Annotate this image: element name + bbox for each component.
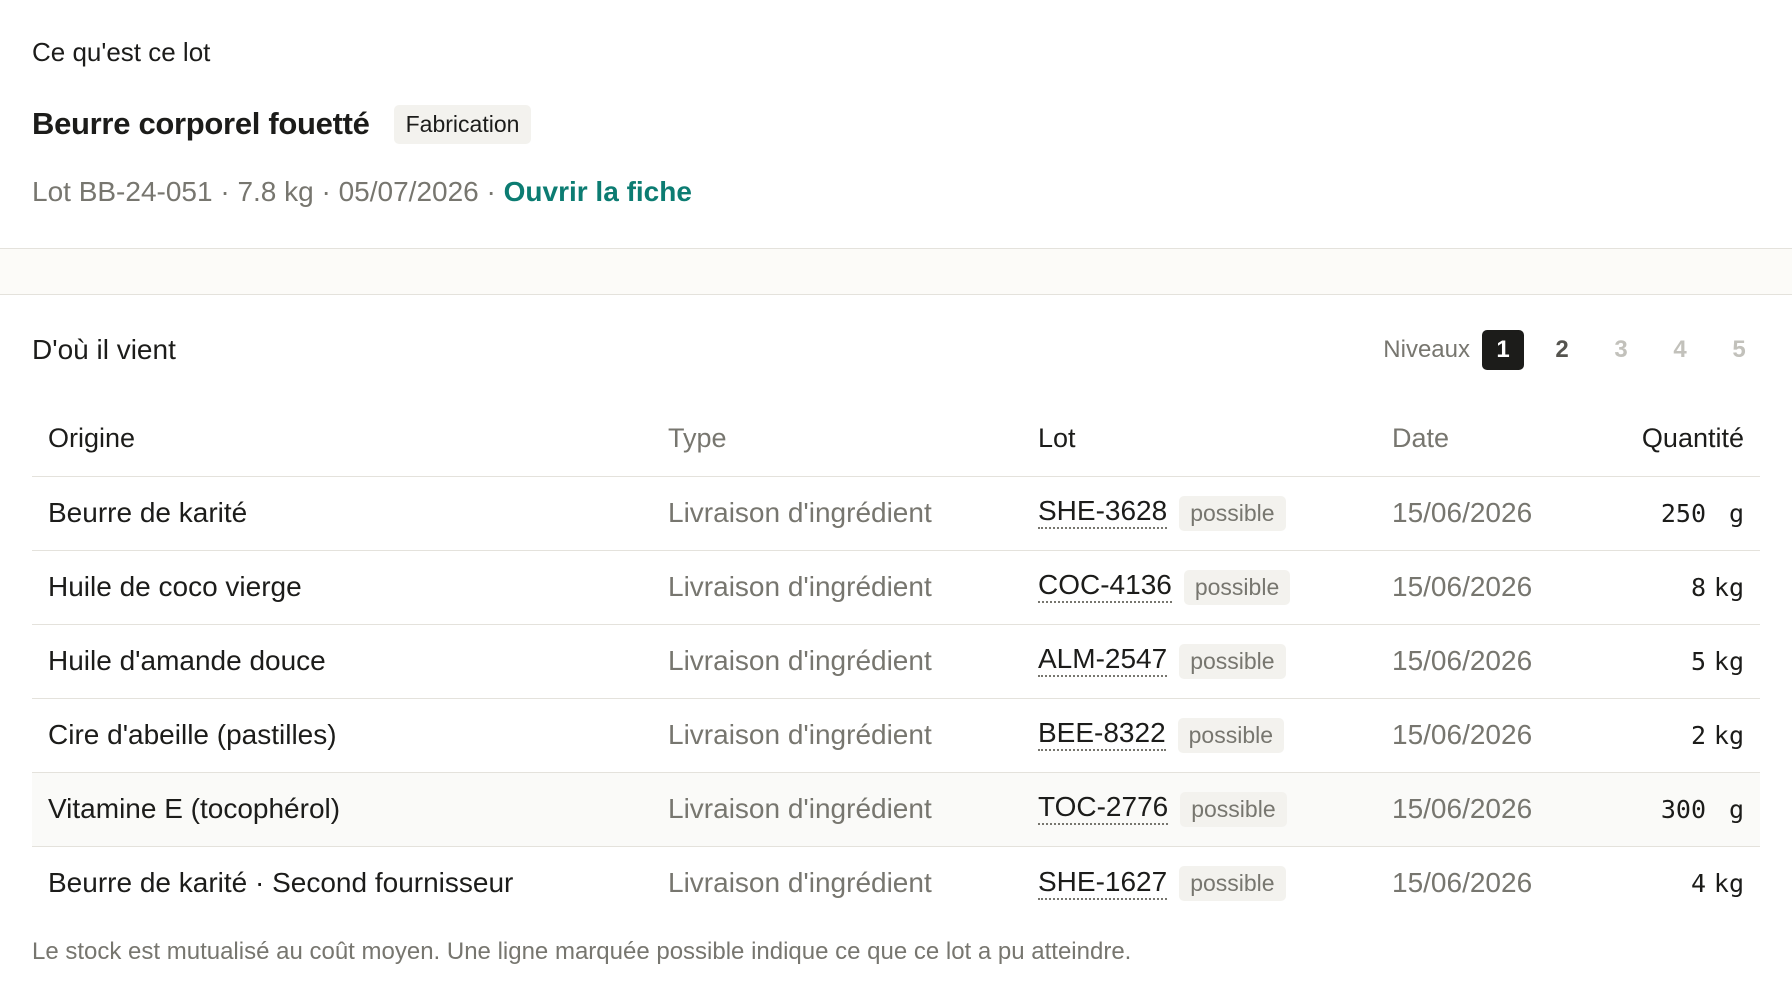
lot-link[interactable]: TOC-2776 — [1038, 791, 1169, 826]
level-5-button: 5 — [1732, 336, 1746, 363]
column-lot: Lot — [1022, 401, 1376, 477]
quantity-unit: kg — [1713, 647, 1744, 676]
quantity-value: 8 — [1690, 573, 1706, 602]
quantity-value: 2 — [1690, 721, 1706, 750]
row-type: Livraison d'ingrédient — [652, 624, 1022, 699]
level-3-button: 3 — [1614, 336, 1628, 363]
table-row: Beurre de karité · Second fournisseur Li… — [32, 846, 1760, 920]
row-lot-cell: BEE-8322 possible — [1022, 698, 1376, 773]
quantity-value: 250 — [1660, 499, 1706, 528]
row-lot-cell: ALM-2547 possible — [1022, 624, 1376, 699]
lot-link[interactable]: COC-4136 — [1038, 569, 1172, 604]
row-date: 15/06/2026 — [1376, 698, 1576, 773]
possible-badge: possible — [1179, 865, 1286, 901]
origin-header: D'où il vient Niveaux 1 2 3 4 5 — [32, 295, 1760, 401]
row-lot-cell: SHE-3628 possible — [1022, 476, 1376, 551]
possible-badge: possible — [1180, 791, 1287, 827]
row-type: Livraison d'ingrédient — [652, 698, 1022, 773]
row-origin: Vitamine E (tocophérol) — [32, 772, 652, 847]
lot-meta: Lot BB-24-051 · 7.8 kg · 05/07/2026 · Ou… — [32, 174, 1760, 210]
footnote: Le stock est mutualisé au coût moyen. Un… — [32, 938, 1132, 965]
open-record-link[interactable]: Ouvrir la fiche — [504, 176, 692, 207]
lot-link[interactable]: ALM-2547 — [1038, 643, 1168, 678]
column-date: Date — [1376, 401, 1576, 477]
product-name: Beurre corporel fouetté — [32, 106, 370, 141]
row-quantity: 5 kg — [1576, 624, 1760, 699]
lot-meta-text: Lot BB-24-051 · 7.8 kg · 05/07/2026 · — [32, 176, 504, 207]
quantity-unit: g — [1728, 795, 1744, 824]
row-type: Livraison d'ingrédient — [668, 867, 932, 899]
possible-badge: possible — [1179, 643, 1286, 679]
quantity-value: 4 — [1690, 869, 1706, 899]
quantity-unit: kg — [1713, 869, 1744, 899]
section-gap — [0, 249, 1792, 294]
lot-link[interactable]: SHE-1627 — [1038, 865, 1168, 900]
row-quantity: 4 kg — [1576, 846, 1760, 920]
quantity-unit: kg — [1713, 721, 1744, 750]
possible-badge: possible — [1179, 495, 1286, 531]
row-type: Livraison d'ingrédient — [652, 772, 1022, 847]
quantity-unit: kg — [1713, 573, 1744, 602]
summary-heading: Ce qu'est ce lot — [32, 37, 211, 67]
row-origin: Beurre de karité — [32, 476, 652, 551]
level-2-button[interactable]: 2 — [1541, 330, 1583, 370]
quantity-unit: g — [1728, 499, 1744, 528]
table-header-row: Origine Type Lot Date Quantité — [32, 401, 1760, 477]
row-date: 15/06/2026 — [1376, 624, 1576, 699]
table-row: Huile de coco vierge Livraison d'ingrédi… — [32, 550, 1760, 625]
levels-selector: Niveaux 1 2 3 4 5 — [1383, 330, 1760, 370]
row-origin: Huile de coco vierge — [32, 550, 652, 625]
row-quantity: 250 g — [1576, 476, 1760, 551]
row-quantity: 2 kg — [1576, 698, 1760, 773]
row-lot-cell: SHE-1627 possible — [1022, 846, 1376, 920]
quantity-value: 5 — [1690, 647, 1706, 676]
origin-table: Origine Type Lot Date Quantité Beurre de… — [32, 401, 1760, 920]
level-1-button[interactable]: 1 — [1482, 330, 1524, 370]
table-row: Beurre de karité Livraison d'ingrédient … — [32, 476, 1760, 551]
possible-badge: possible — [1183, 569, 1291, 605]
column-type: Type — [652, 401, 1022, 477]
column-quantity: Quantité — [1576, 401, 1760, 477]
row-origin: Beurre de karité · Second fournisseur — [48, 867, 514, 899]
row-quantity: 8 kg — [1576, 550, 1760, 625]
row-quantity: 300 g — [1576, 772, 1760, 847]
row-date: 15/06/2026 — [1376, 550, 1576, 625]
table-row: Huile d'amande douce Livraison d'ingrédi… — [32, 624, 1760, 699]
row-date: 15/06/2026 — [1376, 772, 1576, 847]
row-date: 15/06/2026 — [1376, 476, 1576, 551]
origin-heading: D'où il vient — [32, 334, 176, 365]
possible-badge: possible — [1177, 717, 1285, 753]
lot-link[interactable]: SHE-3628 — [1038, 495, 1168, 530]
product-row: Beurre corporel fouetté Fabrication — [32, 104, 1760, 144]
levels-label: Niveaux — [1383, 336, 1470, 363]
table-row: Cire d'abeille (pastilles) Livraison d'i… — [32, 698, 1760, 773]
row-type: Livraison d'ingrédient — [652, 550, 1022, 625]
quantity-value: 300 — [1660, 795, 1706, 824]
level-4-button: 4 — [1673, 336, 1687, 363]
table-row: Vitamine E (tocophérol) Livraison d'ingr… — [32, 772, 1760, 847]
kind-badge: Fabrication — [393, 104, 532, 144]
row-lot-cell: TOC-2776 possible — [1022, 772, 1376, 847]
row-lot-cell: COC-4136 possible — [1022, 550, 1376, 625]
row-type: Livraison d'ingrédient — [652, 476, 1022, 551]
row-date: 15/06/2026 — [1392, 867, 1533, 899]
origin-section: D'où il vient Niveaux 1 2 3 4 5 Origine … — [0, 295, 1792, 966]
lot-link[interactable]: BEE-8322 — [1038, 717, 1166, 752]
column-origin: Origine — [32, 401, 652, 477]
lot-summary: Ce qu'est ce lot Beurre corporel fouetté… — [0, 0, 1792, 248]
row-origin: Cire d'abeille (pastilles) — [32, 698, 652, 773]
row-origin: Huile d'amande douce — [32, 624, 652, 699]
